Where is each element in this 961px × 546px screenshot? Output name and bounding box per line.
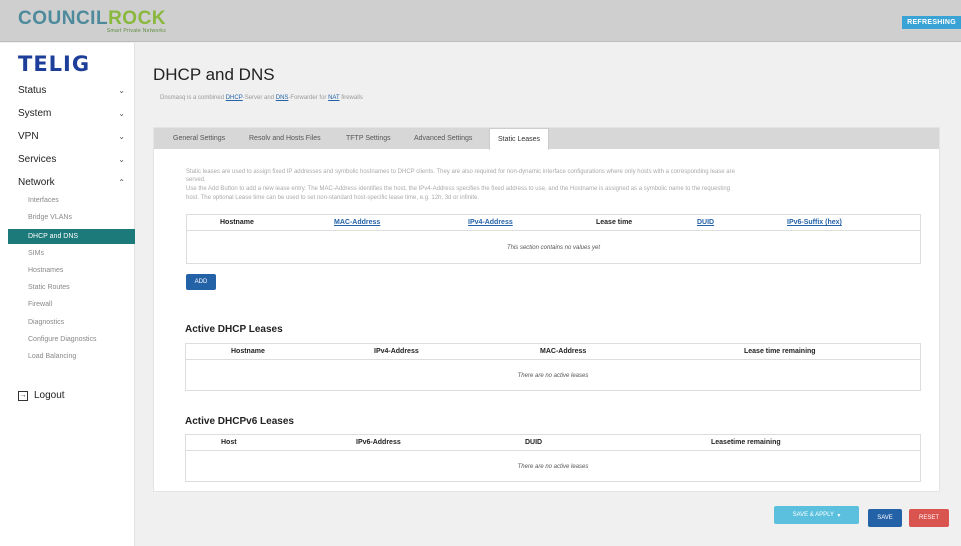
section-title-dhcp-leases: Active DHCP Leases [185, 324, 283, 335]
reset-button[interactable]: RESET [909, 509, 949, 527]
councilrock-logo[interactable]: COUNCILROCK Smart Private Networks [18, 8, 167, 35]
chevron-down-icon: ⌄ [118, 131, 125, 141]
nat-link[interactable]: NAT [328, 95, 339, 101]
desc-text: -Server and [242, 95, 276, 101]
dns-link[interactable]: DNS [276, 95, 289, 101]
logo-text-council: COUNCIL [18, 8, 109, 29]
sidebar: TELIG Status ⌄ System ⌄ VPN ⌄ Services ⌄ Net… [0, 43, 135, 546]
table-header: Hostname IPv4-Address MAC-Address Lease … [186, 344, 920, 360]
sidebar-item-label: VPN [18, 130, 39, 142]
column-header-mac-address[interactable]: MAC-Address [334, 219, 380, 226]
logout-label: Logout [34, 390, 65, 401]
chevron-down-icon: ⌄ [118, 154, 125, 164]
sidebar-item-network[interactable]: Network ⌃ [18, 174, 125, 190]
empty-table-message: This section contains no values yet [506, 245, 601, 251]
logout-button[interactable]: → Logout [18, 390, 65, 401]
column-header-host: Host [221, 439, 237, 446]
sidebar-item-services[interactable]: Services ⌄ [18, 151, 125, 167]
empty-table-message: There are no active leases [517, 373, 589, 379]
table-header: Host IPv6-Address DUID Leasetime remaini… [186, 435, 920, 451]
column-header-lease-time-remaining: Lease time remaining [744, 348, 816, 355]
column-header-hostname: Hostname [231, 348, 265, 355]
sidebar-subitem-sims[interactable]: SIMs [28, 250, 44, 257]
sidebar-item-system[interactable]: System ⌄ [18, 105, 125, 121]
help-text: Static leases are used to assign fixed I… [186, 169, 735, 175]
table-header: Hostname MAC-Address IPv4-Address Lease … [187, 215, 920, 231]
tab-general-settings[interactable]: General Settings [173, 128, 225, 149]
column-header-ipv4-address: IPv4-Address [374, 348, 419, 355]
column-header-mac-address: MAC-Address [540, 348, 587, 355]
page-title: DHCP and DNS [153, 65, 275, 84]
logo-text-rock: ROCK [108, 8, 167, 29]
sidebar-item-status[interactable]: Status ⌄ [18, 82, 125, 98]
tab-tftp-settings[interactable]: TFTP Settings [346, 128, 391, 149]
desc-text: -Forwarder for [288, 95, 329, 101]
section-title-dhcpv6-leases: Active DHCPv6 Leases [185, 416, 294, 427]
brand-title: TELIG [18, 52, 91, 76]
sidebar-subitem-hostnames[interactable]: Hostnames [28, 267, 63, 274]
desc-text: firewalls [339, 95, 363, 101]
tab-bar: General Settings Resolv and Hosts Files … [154, 128, 939, 150]
dhcp-leases-table: Hostname IPv4-Address MAC-Address Lease … [185, 343, 921, 391]
column-header-ipv6-suffix[interactable]: IPv6-Suffix (hex) [787, 219, 842, 226]
top-bar: COUNCILROCK Smart Private Networks REFRE… [0, 0, 961, 42]
add-lease-button[interactable]: ADD [186, 274, 216, 290]
page-description: Dnsmasq is a combined DHCP-Server and DN… [160, 95, 363, 101]
sidebar-subitem-dhcp-dns[interactable]: DHCP and DNS [8, 229, 135, 244]
tab-advanced-settings[interactable]: Advanced Settings [414, 128, 472, 149]
sidebar-item-label: System [18, 107, 52, 119]
column-header-ipv6-address: IPv6-Address [356, 439, 401, 446]
help-text: served. [186, 177, 206, 183]
desc-text: Dnsmasq is a combined [160, 95, 226, 101]
sidebar-subitem-static-routes[interactable]: Static Routes [28, 284, 70, 291]
column-header-lease-time: Lease time [596, 219, 633, 226]
save-apply-label: SAVE & APPLY [792, 512, 835, 518]
sidebar-subitem-load-balancing[interactable]: Load Balancing [28, 353, 76, 360]
logout-icon: → [18, 390, 28, 401]
sidebar-item-label: Services [18, 153, 57, 165]
save-apply-button[interactable]: SAVE & APPLY ▾ [774, 506, 859, 524]
sidebar-item-vpn[interactable]: VPN ⌄ [18, 128, 125, 144]
chevron-up-icon: ⌃ [118, 177, 125, 187]
tab-resolv-hosts-files[interactable]: Resolv and Hosts Files [249, 128, 321, 149]
chevron-down-icon: ⌄ [118, 108, 125, 118]
tab-static-leases[interactable]: Static Leases [489, 128, 550, 150]
column-header-ipv4-address[interactable]: IPv4-Address [468, 219, 513, 226]
column-header-duid: DUID [525, 439, 543, 446]
settings-panel: General Settings Resolv and Hosts Files … [153, 127, 940, 492]
sidebar-subitem-configure-diagnostics[interactable]: Configure Diagnostics [28, 336, 96, 343]
save-button[interactable]: SAVE [868, 509, 902, 527]
chevron-down-icon: ⌄ [118, 85, 125, 95]
sidebar-subitem-bridge-vlans[interactable]: Bridge VLANs [28, 214, 72, 221]
dhcpv6-leases-table: Host IPv6-Address DUID Leasetime remaini… [185, 434, 921, 482]
sidebar-item-label: Network [18, 176, 55, 188]
column-header-hostname: Hostname [220, 219, 254, 226]
sidebar-subitem-interfaces[interactable]: Interfaces [28, 197, 59, 204]
help-text: Use the Add Button to add a new lease en… [186, 186, 731, 192]
empty-table-message: There are no active leases [517, 464, 589, 470]
help-text: host. The optional Lease time can be use… [186, 195, 480, 201]
column-header-leasetime-remaining: Leasetime remaining [711, 439, 781, 446]
caret-down-icon: ▾ [837, 512, 841, 519]
static-leases-table: Hostname MAC-Address IPv4-Address Lease … [186, 214, 921, 264]
sidebar-subitem-diagnostics[interactable]: Diagnostics [28, 319, 64, 326]
refreshing-badge[interactable]: REFRESHING [902, 16, 961, 29]
dhcp-link[interactable]: DHCP [226, 95, 243, 101]
column-header-duid[interactable]: DUID [697, 219, 714, 226]
sidebar-subitem-firewall[interactable]: Firewall [28, 301, 52, 308]
sidebar-item-label: Status [18, 84, 47, 96]
